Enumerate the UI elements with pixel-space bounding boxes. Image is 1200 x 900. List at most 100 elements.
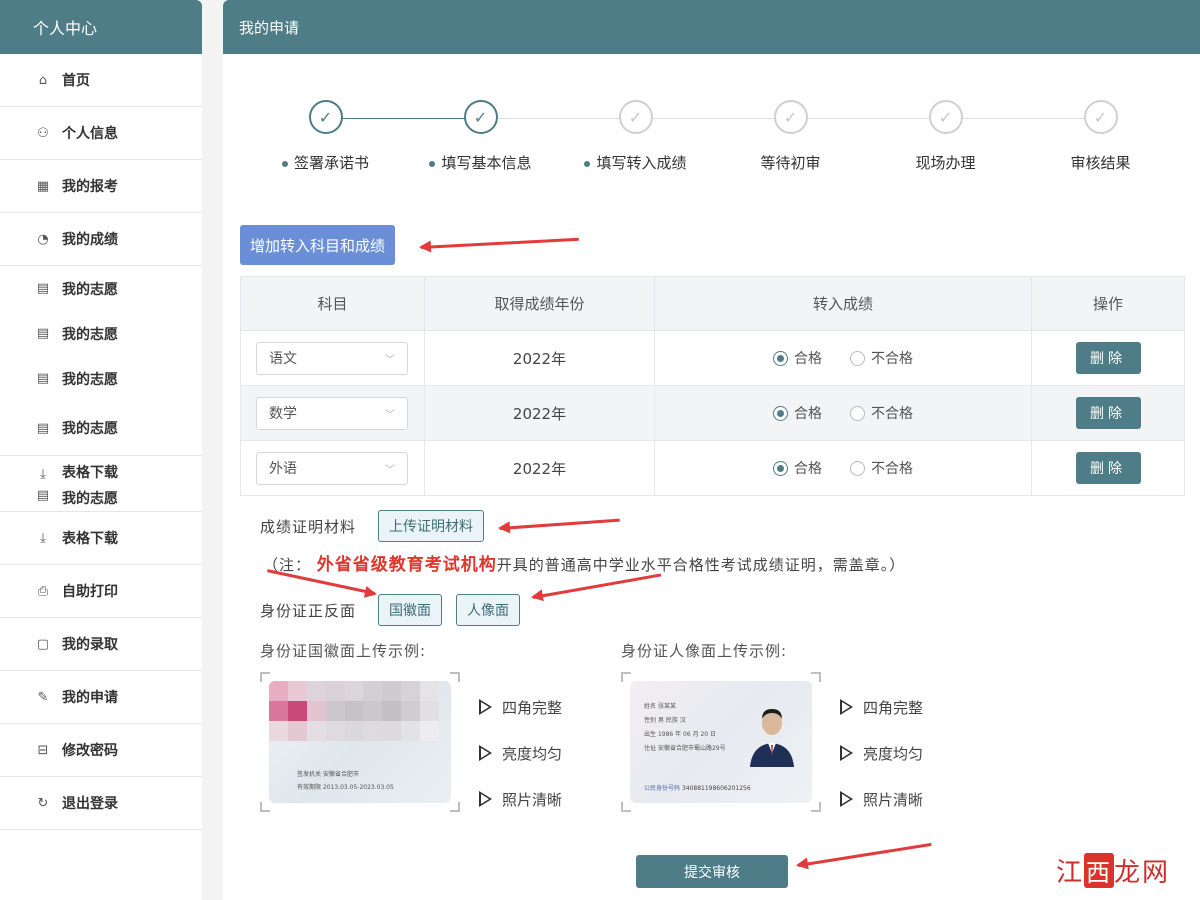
sidebar-item-label: 退出登录 <box>62 796 118 812</box>
step-dot <box>281 160 288 167</box>
upload-portrait-button[interactable]: 人像面 <box>456 594 520 626</box>
fail-radio[interactable] <box>850 405 865 421</box>
id-card-emblem: 签发机关 安徽省合肥市 有效期限 2013.03.05-2023.03.05 <box>269 681 451 803</box>
portrait-photo <box>750 709 794 767</box>
home-icon: ⌂ <box>38 72 48 88</box>
edit-icon: ✎ <box>37 689 49 705</box>
check-icon: ✓ <box>773 100 808 134</box>
note-highlight: 外省省级教育考试机构 <box>316 555 497 575</box>
portrait-example-title: 身份证人像面上传示例: <box>621 642 788 660</box>
emblem-checklist: 四角完整 亮度均匀 照片清晰 <box>479 684 562 822</box>
column-header: 科目 <box>240 276 425 331</box>
play-icon <box>479 745 492 761</box>
fail-radio[interactable] <box>850 350 865 366</box>
fail-label: 不合格 <box>871 461 913 477</box>
proof-note: （注： 外省省级教育考试机构开具的普通高中学业水平合格性考试成绩证明，需盖章。） <box>263 550 905 575</box>
sidebar-item-scores[interactable]: ◔ 我的成绩 <box>0 213 202 266</box>
sidebar-item-wishes-2[interactable]: ▤ 我的志愿 <box>0 311 202 356</box>
score-radio-group: 合格 不合格 <box>655 348 1031 368</box>
step-dot <box>584 160 591 167</box>
download-icon: ⤓ <box>40 467 46 482</box>
portrait-birth: 出生 1986 年 06 月 20 日 <box>644 731 717 738</box>
sidebar-item-download-1[interactable]: ⤓ 表格下载 <box>0 456 202 484</box>
annotation-arrow <box>499 518 620 530</box>
step-initial-review: ✓ 等待初审 <box>713 100 868 173</box>
column-header: 操作 <box>1031 276 1185 331</box>
sidebar-item-wishes-5[interactable]: ▤ 我的志愿 <box>0 484 202 512</box>
step-sign-pledge: ✓ 签署承诺书 <box>248 100 403 173</box>
checklist-item: 照片清晰 <box>840 776 923 822</box>
sidebar-item-label: 修改密码 <box>62 743 118 759</box>
sidebar-item-label: 我的志愿 <box>62 491 118 507</box>
proof-label: 成绩证明材料 <box>260 518 357 536</box>
pass-radio[interactable] <box>773 350 788 366</box>
check-icon: ✓ <box>928 100 963 134</box>
subject-select[interactable]: 数学 ﹀ <box>256 396 408 430</box>
pass-label: 合格 <box>794 461 822 477</box>
sidebar-menu: ⌂ 首页 ⚇ 个人信息 ▦ 我的报考 ◔ 我的成绩 ▤ 我的志愿 ▤ 我的志愿 ▤ 我的志愿 … <box>0 54 202 830</box>
sidebar-item-profile[interactable]: ⚇ 个人信息 <box>0 107 202 160</box>
year-cell: 2022年 <box>424 385 655 441</box>
document-icon: ▤ <box>36 420 50 436</box>
sidebar-item-logout[interactable]: ↻ 退出登录 <box>0 777 202 830</box>
sidebar-item-wishes-3[interactable]: ▤ 我的志愿 <box>0 356 202 401</box>
sidebar-title: 个人中心 <box>0 0 202 54</box>
fail-radio[interactable] <box>850 460 865 476</box>
subject-value: 外语 <box>269 461 297 477</box>
sidebar-item-applications[interactable]: ✎ 我的申请 <box>0 671 202 724</box>
delete-button[interactable]: 删除 <box>1075 397 1141 429</box>
step-result: ✓ 审核结果 <box>1023 100 1178 173</box>
add-subject-button[interactable]: 增加转入科目和成绩 <box>240 225 396 265</box>
pass-radio[interactable] <box>773 405 788 421</box>
site-watermark: 江西龙网 <box>1056 852 1170 889</box>
sidebar-item-wishes-1[interactable]: ▤ 我的志愿 <box>0 266 202 311</box>
chevron-down-icon: ﹀ <box>385 354 395 366</box>
delete-button[interactable]: 删除 <box>1075 342 1141 374</box>
sidebar-item-download-2[interactable]: ⤓ 表格下载 <box>0 512 202 565</box>
sidebar-item-print[interactable]: ⎙ 自助打印 <box>0 565 202 618</box>
table-header-row: 科目 取得成绩年份 转入成绩 操作 <box>240 276 1185 331</box>
delete-button[interactable]: 删除 <box>1075 452 1141 484</box>
score-radio-group: 合格 不合格 <box>655 403 1031 423</box>
calendar-icon: ▢ <box>36 636 50 652</box>
sidebar-item-home[interactable]: ⌂ 首页 <box>0 54 202 107</box>
emblem-example-title: 身份证国徽面上传示例: <box>260 642 427 660</box>
upload-proof-button[interactable]: 上传证明材料 <box>378 510 484 542</box>
emblem-authority: 签发机关 安徽省合肥市 <box>297 771 359 778</box>
document-icon: ▤ <box>36 488 50 503</box>
subject-select[interactable]: 语文 ﹀ <box>256 341 408 375</box>
sidebar-item-label: 我的申请 <box>62 690 118 706</box>
table-row: 语文 ﹀ 2022年 合格 不合格 删除 <box>240 330 1185 386</box>
submit-review-button[interactable]: 提交审核 <box>636 855 788 888</box>
subject-select[interactable]: 外语 ﹀ <box>256 451 408 485</box>
checklist-item: 亮度均匀 <box>840 730 923 776</box>
sidebar-item-label: 表格下载 <box>62 465 118 481</box>
year-cell: 2022年 <box>424 440 655 496</box>
upload-emblem-button[interactable]: 国徽面 <box>378 594 442 626</box>
portrait-gender: 性别 男 民族 汉 <box>644 717 686 724</box>
sidebar-item-wishes-4[interactable]: ▤ 我的志愿 <box>0 401 202 456</box>
annotation-arrow <box>532 573 662 599</box>
id-card-portrait: 姓名 张某某 性别 男 民族 汉 出生 1986 年 06 月 20 日 住址 … <box>630 681 812 803</box>
check-icon: ✓ <box>618 100 653 134</box>
sidebar-item-label: 表格下载 <box>62 531 118 547</box>
pass-label: 合格 <box>794 351 822 367</box>
step-label: 填写基本信息 <box>441 154 532 172</box>
fail-label: 不合格 <box>871 351 913 367</box>
pass-radio[interactable] <box>773 460 788 476</box>
sidebar-item-registration[interactable]: ▦ 我的报考 <box>0 160 202 213</box>
check-icon: ✓ <box>308 100 343 134</box>
logout-icon: ↻ <box>37 795 49 811</box>
checklist-item: 照片清晰 <box>479 776 562 822</box>
step-dot <box>429 160 436 167</box>
sidebar-item-password[interactable]: ⊟ 修改密码 <box>0 724 202 777</box>
play-icon <box>479 699 492 715</box>
sidebar-item-admission[interactable]: ▢ 我的录取 <box>0 618 202 671</box>
checklist-item: 四角完整 <box>840 684 923 730</box>
download-icon: ⤓ <box>40 530 46 546</box>
sidebar-item-label: 我的志愿 <box>62 421 118 437</box>
portrait-example-image: 姓名 张某某 性别 男 民族 汉 出生 1986 年 06 月 20 日 住址 … <box>621 672 821 812</box>
printer-icon: ⎙ <box>37 583 49 599</box>
chevron-down-icon: ﹀ <box>385 409 395 421</box>
step-label: 签署承诺书 <box>293 154 369 172</box>
